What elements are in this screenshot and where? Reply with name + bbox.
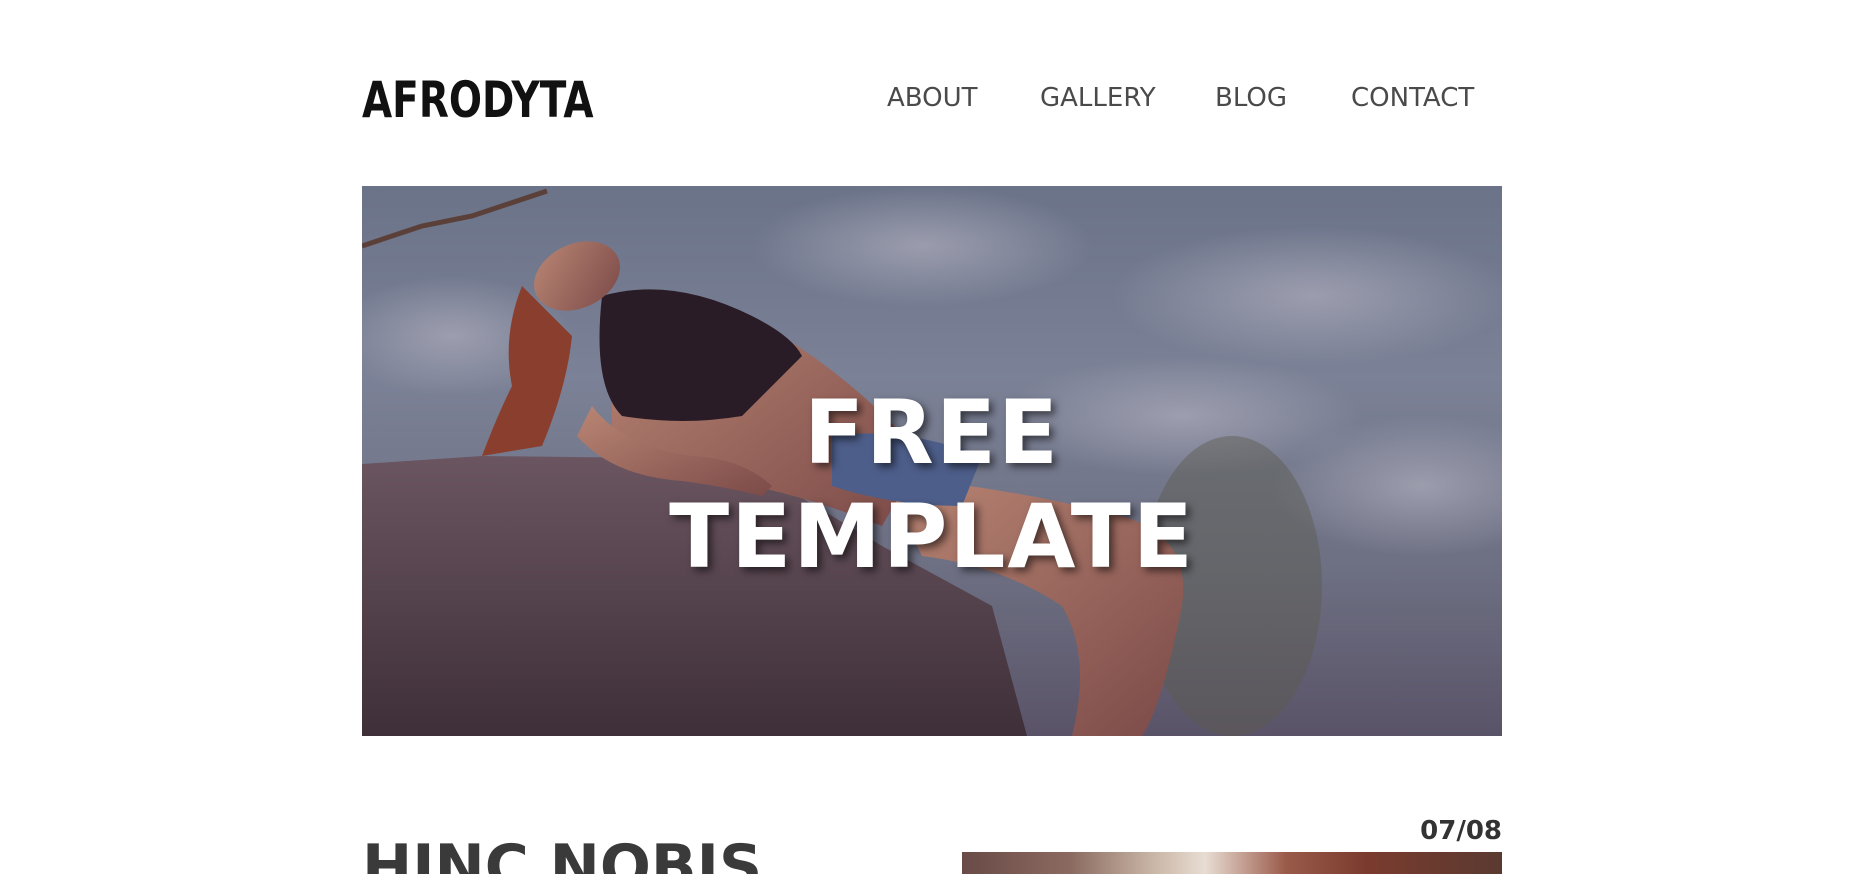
hero-banner: FREE TEMPLATE <box>362 186 1502 736</box>
hero-title-line2: TEMPLATE <box>669 485 1195 588</box>
nav-item-about[interactable]: ABOUT <box>887 80 978 116</box>
post-thumbnail-image[interactable] <box>962 852 1502 874</box>
nav-item-contact[interactable]: CONTACT <box>1351 80 1474 116</box>
post-title[interactable]: HINC NOBIS <box>362 832 762 874</box>
page: AFRODYTA ABOUT GALLERY BLOG CONTACT FREE… <box>0 0 1860 874</box>
hero-title: FREE TEMPLATE <box>362 381 1502 589</box>
nav-item-gallery[interactable]: GALLERY <box>1040 80 1156 116</box>
main-nav: ABOUT GALLERY BLOG CONTACT <box>0 80 1502 116</box>
hero-title-line1: FREE <box>803 381 1061 484</box>
nav-item-blog[interactable]: BLOG <box>1215 80 1287 116</box>
post-date: 07/08 <box>1420 816 1502 846</box>
